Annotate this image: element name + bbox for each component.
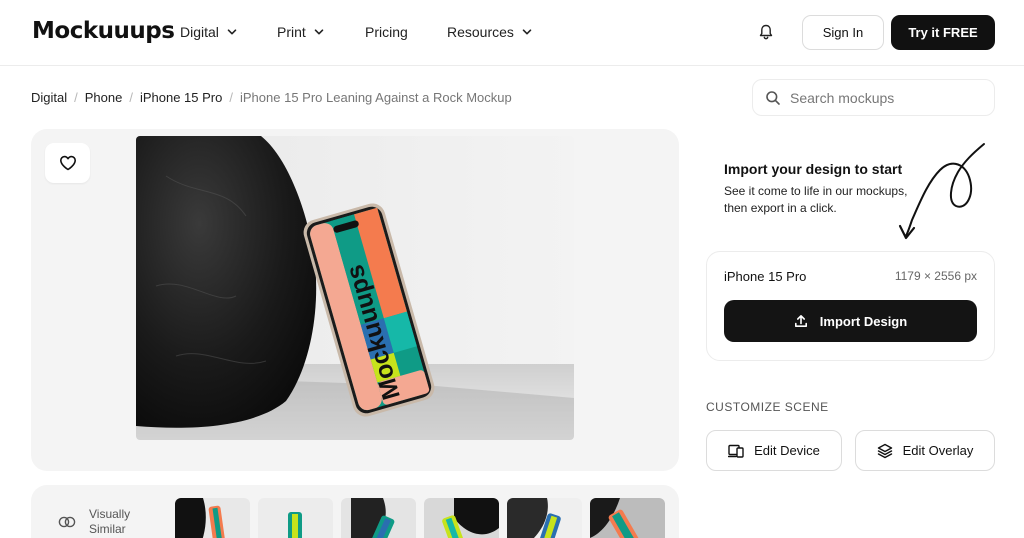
search-box[interactable]: [752, 79, 995, 116]
visually-similar-strip: Visually Similar: [31, 485, 679, 538]
favorite-button[interactable]: [45, 143, 90, 183]
nav-print[interactable]: Print: [277, 24, 324, 40]
edit-overlay-label: Edit Overlay: [902, 443, 974, 458]
nav-digital[interactable]: Digital: [180, 24, 237, 40]
nav-pricing[interactable]: Pricing: [365, 24, 408, 40]
devices-icon: [728, 444, 744, 458]
logo[interactable]: Mockuuups: [32, 18, 175, 44]
thumb-image: [351, 498, 395, 538]
search-icon: [766, 90, 780, 105]
try-free-button[interactable]: Try it FREE: [891, 15, 995, 50]
layers-icon: [877, 443, 892, 458]
breadcrumb-separator: /: [129, 90, 133, 105]
edit-device-button[interactable]: Edit Device: [706, 430, 842, 471]
edit-overlay-button[interactable]: Edit Overlay: [855, 430, 995, 471]
nav-resources[interactable]: Resources: [447, 24, 532, 40]
mockup-image[interactable]: Mockuuups: [136, 136, 574, 440]
heart-icon: [59, 155, 76, 171]
similar-label-line1: Visually: [89, 507, 131, 521]
breadcrumb-separator: /: [229, 90, 233, 105]
import-design-button[interactable]: Import Design: [724, 300, 977, 342]
nav-print-label: Print: [277, 24, 306, 40]
site-header: Mockuuups Digital Print Pricing Resource…: [0, 0, 1024, 66]
visually-similar-label: Visually Similar: [89, 507, 130, 537]
thumb-image: [175, 498, 226, 538]
breadcrumb-phone[interactable]: Phone: [85, 90, 123, 105]
chevron-down-icon: [227, 29, 237, 35]
device-card: iPhone 15 Pro 1179 × 2556 px Import Desi…: [706, 251, 995, 361]
sign-in-button[interactable]: Sign In: [802, 15, 884, 50]
similar-thumb[interactable]: [507, 498, 582, 538]
similar-thumb[interactable]: [424, 498, 499, 538]
breadcrumb: Digital / Phone / iPhone 15 Pro / iPhone…: [31, 90, 512, 105]
chevron-down-icon: [314, 29, 324, 35]
import-design-label: Import Design: [819, 313, 908, 329]
similar-thumb[interactable]: [258, 498, 333, 538]
chevron-down-icon: [522, 29, 532, 35]
nav-resources-label: Resources: [447, 24, 514, 40]
customize-scene-heading: CUSTOMIZE SCENE: [706, 400, 829, 414]
breadcrumb-current: iPhone 15 Pro Leaning Against a Rock Moc…: [240, 90, 512, 105]
similar-thumb[interactable]: [341, 498, 416, 538]
device-dimensions: 1179 × 2556 px: [894, 269, 977, 283]
device-name: iPhone 15 Pro: [724, 269, 807, 284]
upload-icon: [794, 315, 807, 327]
breadcrumb-iphone-15-pro[interactable]: iPhone 15 Pro: [140, 90, 222, 105]
edit-device-label: Edit Device: [754, 443, 820, 458]
mockup-preview: Mockuuups: [31, 129, 679, 471]
squiggle-arrow-icon: [898, 143, 985, 240]
import-title: Import your design to start: [724, 161, 903, 177]
breadcrumb-separator: /: [74, 90, 78, 105]
similar-label-line2: Similar: [89, 522, 126, 536]
thumb-image: [442, 498, 499, 538]
thumb-image: [590, 498, 640, 538]
breadcrumb-digital[interactable]: Digital: [31, 90, 67, 105]
search-input[interactable]: [790, 89, 970, 106]
nav-pricing-label: Pricing: [365, 24, 408, 40]
thumb-image: [288, 512, 302, 538]
similar-icon: [58, 516, 76, 528]
mockup-scene: Mockuuups: [136, 136, 574, 440]
nav-digital-label: Digital: [180, 24, 219, 40]
thumb-image: [507, 498, 561, 538]
similar-thumb[interactable]: [590, 498, 665, 538]
similar-thumb[interactable]: [175, 498, 250, 538]
bell-icon[interactable]: [757, 23, 775, 41]
